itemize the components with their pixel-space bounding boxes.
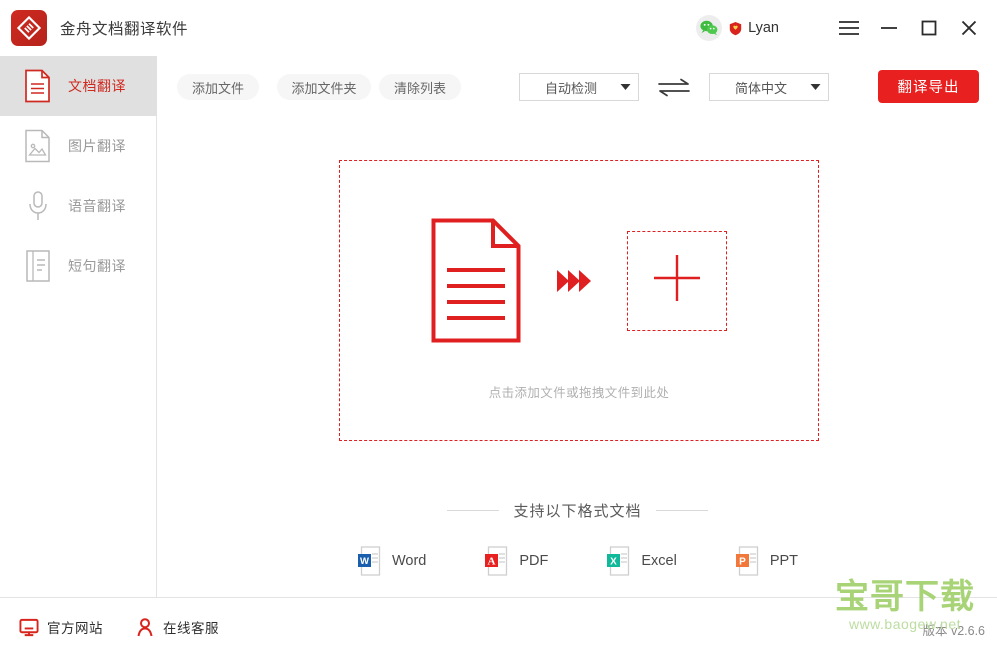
image-icon bbox=[24, 129, 54, 163]
translate-export-button[interactable]: 翻译导出 bbox=[878, 70, 979, 103]
chevron-down-icon bbox=[802, 83, 828, 91]
format-item-excel: X Excel bbox=[606, 546, 677, 576]
sidebar-item-label: 图片翻译 bbox=[68, 138, 126, 154]
target-language-select[interactable]: 简体中文 bbox=[709, 73, 829, 101]
sidebar-item-image-translate[interactable]: 图片翻译 bbox=[0, 116, 157, 176]
source-language-select[interactable]: 自动检测 bbox=[519, 73, 639, 101]
sidebar-item-voice-translate[interactable]: 语音翻译 bbox=[0, 176, 157, 236]
maximize-icon[interactable] bbox=[909, 0, 949, 56]
main-content: 添加文件 添加文件夹 清除列表 自动检测 简体中文 翻译导出 点击添加文件或拖拽… bbox=[158, 56, 997, 597]
user-name: Lyan bbox=[748, 20, 779, 36]
version-label: 版本 v2.6.6 bbox=[922, 624, 985, 638]
document-page-icon bbox=[431, 218, 521, 343]
hamburger-menu-icon[interactable] bbox=[829, 0, 869, 56]
supported-formats-header: 支持以下格式文档 bbox=[158, 500, 997, 521]
app-title: 金舟文档翻译软件 bbox=[60, 21, 189, 38]
microphone-icon bbox=[24, 189, 54, 223]
add-folder-button[interactable]: 添加文件夹 bbox=[277, 74, 371, 100]
online-support-label: 在线客服 bbox=[163, 621, 219, 636]
title-bar: 金舟文档翻译软件 Lyan bbox=[0, 0, 997, 56]
excel-file-icon: X bbox=[606, 546, 632, 576]
swap-languages-icon[interactable] bbox=[656, 76, 692, 98]
sidebar: 文档翻译 图片翻译 语音翻译 短句翻译 bbox=[0, 56, 157, 597]
footer: 官方网站 在线客服 版本 v2.6.6 bbox=[0, 597, 997, 647]
online-support-link[interactable]: 在线客服 bbox=[135, 617, 219, 637]
supported-formats-list: W Word A PDF X Excel P PPT bbox=[158, 546, 997, 576]
short-text-icon bbox=[24, 249, 54, 283]
format-item-pdf: A PDF bbox=[484, 546, 548, 576]
jinzhou-logo-icon bbox=[11, 10, 47, 46]
target-language-value: 简体中文 bbox=[734, 80, 787, 96]
svg-text:A: A bbox=[488, 556, 496, 568]
titlebar-right-group: Lyan bbox=[696, 0, 997, 56]
vip-badge-icon bbox=[728, 21, 743, 36]
pdf-file-icon: A bbox=[484, 546, 510, 576]
document-icon bbox=[24, 69, 54, 103]
divider-right bbox=[655, 510, 708, 511]
format-name: Excel bbox=[641, 553, 677, 569]
file-drop-zone[interactable]: 点击添加文件或拖拽文件到此处 bbox=[339, 160, 819, 441]
triple-chevron-right-icon bbox=[555, 267, 593, 295]
sidebar-item-label: 文档翻译 bbox=[68, 78, 126, 94]
close-icon[interactable] bbox=[949, 0, 989, 56]
ppt-file-icon: P bbox=[735, 546, 761, 576]
supported-formats-title: 支持以下格式文档 bbox=[513, 503, 642, 520]
sidebar-item-label: 短句翻译 bbox=[68, 258, 126, 274]
plus-icon bbox=[648, 249, 706, 312]
add-file-plus-box[interactable] bbox=[627, 230, 727, 331]
source-language-value: 自动检测 bbox=[544, 80, 597, 96]
person-icon bbox=[135, 617, 155, 637]
svg-text:X: X bbox=[611, 557, 618, 568]
format-name: Word bbox=[391, 553, 427, 569]
toolbar: 添加文件 添加文件夹 清除列表 自动检测 简体中文 翻译导出 bbox=[158, 56, 997, 118]
drop-zone-graphics bbox=[431, 218, 727, 343]
word-file-icon: W bbox=[357, 546, 383, 576]
monitor-icon bbox=[19, 617, 39, 637]
sidebar-item-document-translate[interactable]: 文档翻译 bbox=[0, 56, 157, 116]
format-item-ppt: P PPT bbox=[735, 546, 798, 576]
drop-zone-hint: 点击添加文件或拖拽文件到此处 bbox=[488, 386, 670, 400]
app-window: 金舟文档翻译软件 Lyan 文档翻译 图片翻译 语音翻译 短句翻译 添加文件 添… bbox=[0, 0, 997, 647]
add-file-button[interactable]: 添加文件 bbox=[177, 74, 259, 100]
wechat-icon bbox=[696, 15, 723, 41]
clear-list-button[interactable]: 清除列表 bbox=[379, 74, 461, 100]
sidebar-item-label: 语音翻译 bbox=[68, 198, 126, 214]
user-account-chip[interactable]: Lyan bbox=[696, 15, 779, 41]
official-website-label: 官方网站 bbox=[47, 621, 103, 636]
official-website-link[interactable]: 官方网站 bbox=[19, 617, 103, 637]
minimize-icon[interactable] bbox=[869, 0, 909, 56]
divider-left bbox=[447, 510, 500, 511]
chevron-down-icon bbox=[612, 83, 638, 91]
sidebar-item-short-sentence-translate[interactable]: 短句翻译 bbox=[0, 236, 157, 296]
format-item-word: W Word bbox=[357, 546, 426, 576]
format-name: PDF bbox=[519, 553, 549, 569]
svg-text:P: P bbox=[739, 557, 746, 568]
format-name: PPT bbox=[769, 553, 799, 569]
svg-text:W: W bbox=[360, 556, 369, 567]
